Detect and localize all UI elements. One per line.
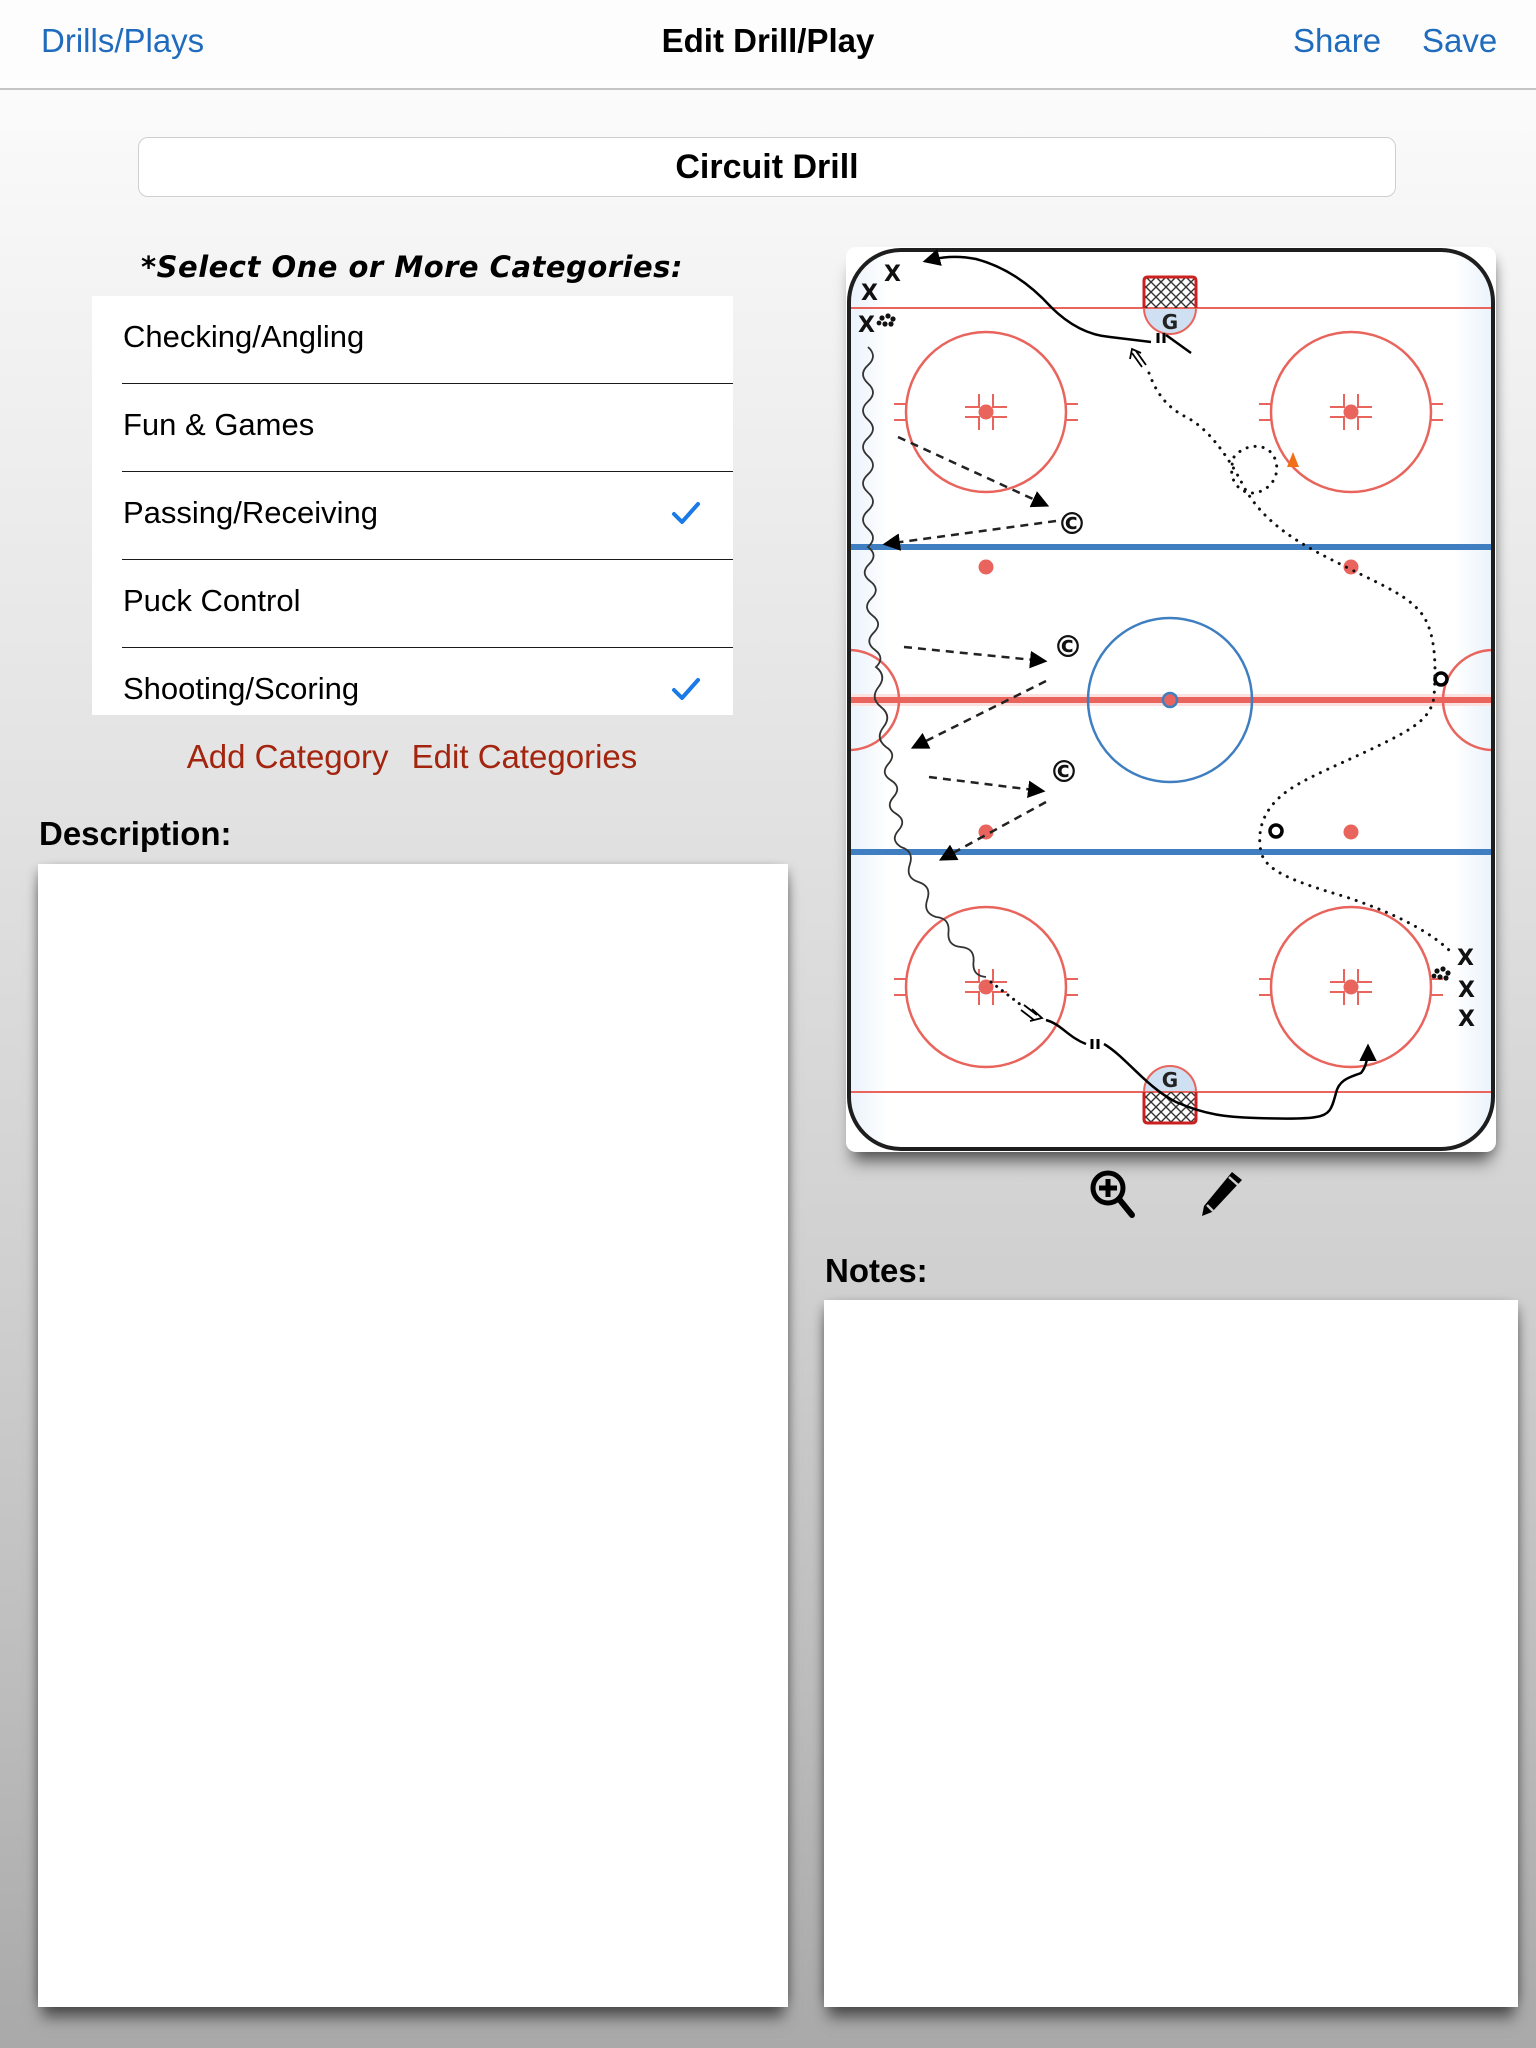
neutral-dot: [978, 559, 994, 575]
bottom-goalie-label: G: [1162, 1068, 1178, 1092]
category-item-checking-angling[interactable]: Checking/Angling: [92, 296, 733, 384]
checkmark-icon: [672, 678, 700, 700]
coach-symbol[interactable]: ©: [1057, 507, 1087, 542]
bottom-goal: G: [1142, 1065, 1198, 1125]
neutral-dot: [1343, 824, 1359, 840]
category-item-passing-receiving[interactable]: Passing/Receiving: [92, 472, 733, 560]
player-x[interactable]: X: [1458, 978, 1475, 1003]
player-x[interactable]: X: [1458, 1007, 1475, 1032]
back-to-drills-button[interactable]: Drills/Plays: [41, 22, 204, 60]
category-item-shooting-scoring[interactable]: Shooting/Scoring: [92, 648, 733, 715]
notes-label: Notes:: [825, 1252, 928, 1289]
category-label: Fun & Games: [123, 407, 315, 442]
categories-heading: *Select One or More Categories:: [140, 250, 684, 284]
category-label: Passing/Receiving: [123, 495, 379, 530]
top-goal: G: [1142, 275, 1198, 335]
category-item-fun-games[interactable]: Fun & Games: [92, 384, 733, 472]
share-button[interactable]: Share: [1293, 22, 1381, 60]
faceoff-dot: [978, 404, 994, 420]
zoom-in-icon[interactable]: [1088, 1168, 1140, 1220]
center-faceoff-dot: [1161, 691, 1179, 709]
notes-textarea[interactable]: [824, 1300, 1518, 2007]
player-x[interactable]: X: [858, 313, 875, 338]
checkmark-icon: [672, 502, 700, 524]
drill-name-input[interactable]: [138, 137, 1396, 197]
player-x[interactable]: X: [861, 281, 878, 306]
description-label: Description:: [39, 815, 232, 852]
category-actions: Add Category Edit Categories: [0, 738, 824, 776]
category-item-puck-control[interactable]: Puck Control: [92, 560, 733, 648]
coach-symbol[interactable]: ©: [1049, 755, 1079, 790]
drill-diagram[interactable]: G G X X X X X X © © ©: [846, 247, 1496, 1152]
category-label: Checking/Angling: [123, 319, 365, 354]
coach-symbol[interactable]: ©: [1053, 630, 1083, 665]
save-button[interactable]: Save: [1422, 22, 1497, 60]
add-category-button[interactable]: Add Category: [187, 738, 389, 775]
edit-categories-button[interactable]: Edit Categories: [412, 738, 638, 775]
top-goalie-label: G: [1162, 310, 1178, 334]
navigation-bar: Drills/Plays Edit Drill/Play Share Save: [0, 0, 1536, 90]
pencil-icon[interactable]: [1196, 1168, 1248, 1220]
category-label: Puck Control: [123, 583, 301, 618]
player-x[interactable]: X: [1457, 946, 1474, 971]
faceoff-dot: [1343, 979, 1359, 995]
category-label: Shooting/Scoring: [123, 671, 360, 706]
rink-svg: G G X X X X X X © © ©: [847, 248, 1495, 1151]
player-x[interactable]: X: [884, 262, 901, 287]
faceoff-dot: [1343, 404, 1359, 420]
category-list[interactable]: Checking/Angling Fun & Games Passing/Rec…: [92, 296, 733, 715]
description-textarea[interactable]: [38, 864, 788, 2007]
